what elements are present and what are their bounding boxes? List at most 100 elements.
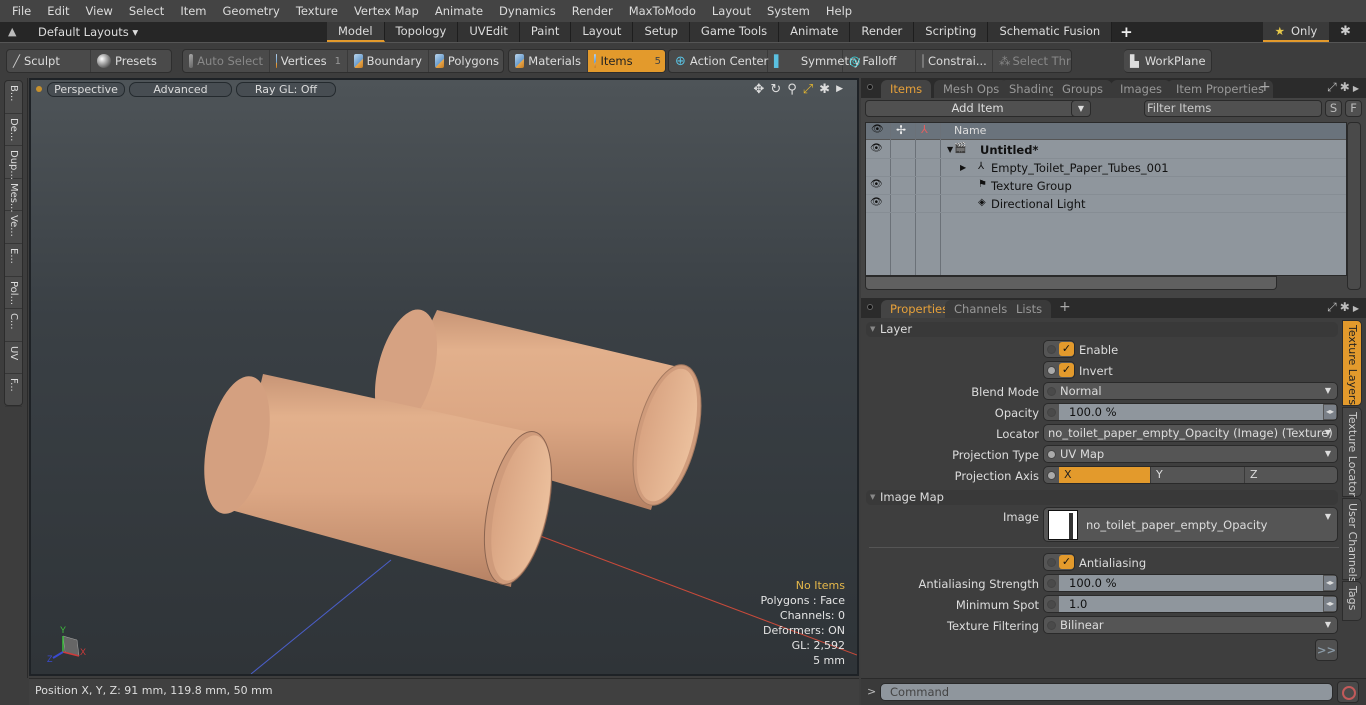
auto-select-button[interactable]: Auto Select xyxy=(183,50,270,72)
panel-menu-dot[interactable] xyxy=(867,304,873,310)
layout-tab-animate[interactable]: Animate xyxy=(779,22,851,42)
spin-arrows-icon[interactable]: ◂▸ xyxy=(1324,597,1336,611)
layout-tab-layout[interactable]: Layout xyxy=(571,22,634,42)
menu-animate[interactable]: Animate xyxy=(427,0,491,22)
layout-tab-render[interactable]: Render xyxy=(850,22,915,42)
locator-dropdown[interactable]: no_toilet_paper_empty_Opacity (Image) (T… xyxy=(1043,424,1338,442)
layout-tab-setup[interactable]: Setup xyxy=(633,22,690,42)
image-selector[interactable]: no_toilet_paper_empty_Opacity ▼ xyxy=(1043,507,1338,542)
layout-tab-topology[interactable]: Topology xyxy=(384,22,459,42)
spin-arrows-icon[interactable]: ◂▸ xyxy=(1324,576,1336,590)
antialiasing-strength-field[interactable]: 100.0 % ◂▸ xyxy=(1043,574,1338,592)
add-tab-button[interactable]: + xyxy=(1259,79,1271,95)
menu-layout[interactable]: Layout xyxy=(704,0,759,22)
f-button[interactable]: F xyxy=(1345,100,1362,117)
layout-tab-schematic-fusion[interactable]: Schematic Fusion xyxy=(988,22,1113,42)
expand-icon[interactable]: ⤢ xyxy=(1327,300,1340,314)
blend-mode-dropdown[interactable]: Normal ▼ xyxy=(1043,382,1338,400)
expand-icon[interactable]: ⤢ xyxy=(1327,80,1340,94)
add-tab-button[interactable]: + xyxy=(1059,299,1071,315)
tab-mesh-ops[interactable]: Mesh Ops xyxy=(934,80,1009,98)
more-button[interactable]: >> xyxy=(1315,639,1338,661)
side-tab-texture-locator[interactable]: Texture Locator xyxy=(1342,407,1362,497)
menu-select[interactable]: Select xyxy=(121,0,172,22)
vertical-scrollbar[interactable] xyxy=(1347,122,1361,290)
layout-tab-uvedit[interactable]: UVEdit xyxy=(458,22,520,42)
materials-button[interactable]: Materials xyxy=(509,50,588,72)
layout-tab-scripting[interactable]: Scripting xyxy=(914,22,989,42)
left-tab[interactable]: Dup... xyxy=(5,146,22,180)
add-item-button[interactable]: Add Item xyxy=(865,100,1090,117)
pan-icon[interactable]: ✥ xyxy=(753,82,764,97)
lock-column-icon[interactable]: ✢ xyxy=(896,123,906,137)
left-tab[interactable]: De... xyxy=(5,114,22,147)
texture-filtering-dropdown[interactable]: Bilinear ▼ xyxy=(1043,616,1338,634)
menu-maxtomodo[interactable]: MaxToModo xyxy=(621,0,704,22)
layout-tab-model[interactable]: Model xyxy=(327,22,385,42)
s-button[interactable]: S xyxy=(1325,100,1342,117)
vertices-button[interactable]: Vertices 1 xyxy=(270,50,348,72)
raygl-button[interactable]: Ray GL: Off xyxy=(236,82,336,97)
menu-dynamics[interactable]: Dynamics xyxy=(491,0,564,22)
polygons-button[interactable]: Polygons xyxy=(429,50,503,72)
panel-menu-dot[interactable] xyxy=(867,84,873,90)
minimum-spot-field[interactable]: 1.0 ◂▸ xyxy=(1043,595,1338,613)
tab-images[interactable]: Images xyxy=(1111,80,1172,98)
side-tab-user-channels[interactable]: User Channels xyxy=(1342,498,1362,582)
menu-help[interactable]: Help xyxy=(818,0,860,22)
name-column-header[interactable]: Name xyxy=(954,124,986,137)
presets-button[interactable]: Presets xyxy=(91,50,171,72)
boundary-button[interactable]: Boundary xyxy=(348,50,429,72)
axis-x-option[interactable]: X xyxy=(1059,467,1151,483)
workplane-button[interactable]: ▙ WorkPlane xyxy=(1124,50,1211,72)
axis-y-option[interactable]: Y xyxy=(1151,467,1245,483)
panel-gear-icon[interactable]: ✱ xyxy=(1340,300,1353,314)
side-tab-tags[interactable]: Tags xyxy=(1342,581,1362,621)
axis-z-option[interactable]: Z xyxy=(1245,467,1337,483)
select-through-button[interactable]: ⁂Select Through xyxy=(993,50,1071,72)
horizontal-scrollbar[interactable] xyxy=(865,276,1277,290)
items-button[interactable]: Items 5 xyxy=(588,50,665,72)
add-layout-tab-button[interactable]: + xyxy=(1112,22,1141,42)
projection-type-dropdown[interactable]: UV Map ▼ xyxy=(1043,445,1338,463)
left-tab[interactable]: Pol... xyxy=(5,277,22,310)
menu-system[interactable]: System xyxy=(759,0,818,22)
left-tab[interactable]: UV xyxy=(5,342,22,375)
left-tab[interactable]: B... xyxy=(5,81,22,114)
menu-geometry[interactable]: Geometry xyxy=(215,0,288,22)
visibility-eye-icon[interactable]: 👁 xyxy=(870,179,883,190)
command-input[interactable]: Command xyxy=(880,683,1333,701)
menu-item[interactable]: Item xyxy=(172,0,214,22)
menu-texture[interactable]: Texture xyxy=(288,0,346,22)
tab-item-properties[interactable]: Item Properties xyxy=(1167,80,1273,98)
sculpt-button[interactable]: ╱ Sculpt xyxy=(7,50,91,72)
menu-edit[interactable]: Edit xyxy=(39,0,77,22)
view-mode-button[interactable]: Perspective xyxy=(47,82,125,97)
left-tab[interactable]: Mes... xyxy=(5,179,22,212)
menu-file[interactable]: File xyxy=(4,0,39,22)
item-row[interactable]: 👁 ▼ 🎬 Untitled* xyxy=(866,141,1346,159)
action-center-button[interactable]: ⊕ Action Center xyxy=(669,50,768,72)
item-row[interactable]: 👁 ◈ Directional Light xyxy=(866,195,1346,213)
visibility-column-icon[interactable]: 👁 xyxy=(871,124,884,135)
shading-mode-button[interactable]: Advanced xyxy=(129,82,232,97)
expand-down-icon[interactable]: ▼ xyxy=(947,145,953,154)
default-layouts-dropdown[interactable]: Default Layouts ▾ xyxy=(38,22,138,42)
left-tab[interactable]: E... xyxy=(5,244,22,277)
layout-tab-game-tools[interactable]: Game Tools xyxy=(689,22,780,42)
3d-viewport[interactable]: Y X Z Perspective Advanced Ray GL: Off ✥… xyxy=(29,78,859,676)
enable-checkbox[interactable]: ✓ xyxy=(1043,340,1075,358)
panel-gear-icon[interactable]: ✱ xyxy=(1340,80,1353,94)
menu-view[interactable]: View xyxy=(78,0,121,22)
record-macro-icon[interactable] xyxy=(1337,681,1359,703)
left-tab[interactable]: F... xyxy=(5,374,22,407)
spin-arrows-icon[interactable]: ◂▸ xyxy=(1324,405,1336,419)
symmetry-button[interactable]: ▌ Symmetry xyxy=(768,50,861,72)
tab-lists[interactable]: Lists xyxy=(1007,300,1052,318)
invert-checkbox[interactable]: ✓ xyxy=(1043,361,1075,379)
menu-render[interactable]: Render xyxy=(564,0,621,22)
tab-groups[interactable]: Groups xyxy=(1053,80,1113,98)
menu-vertex-map[interactable]: Vertex Map xyxy=(346,0,427,22)
item-row[interactable]: 👁 ⚑ Texture Group xyxy=(866,177,1346,195)
collapse-arrow-icon[interactable]: ▲ xyxy=(8,25,16,38)
